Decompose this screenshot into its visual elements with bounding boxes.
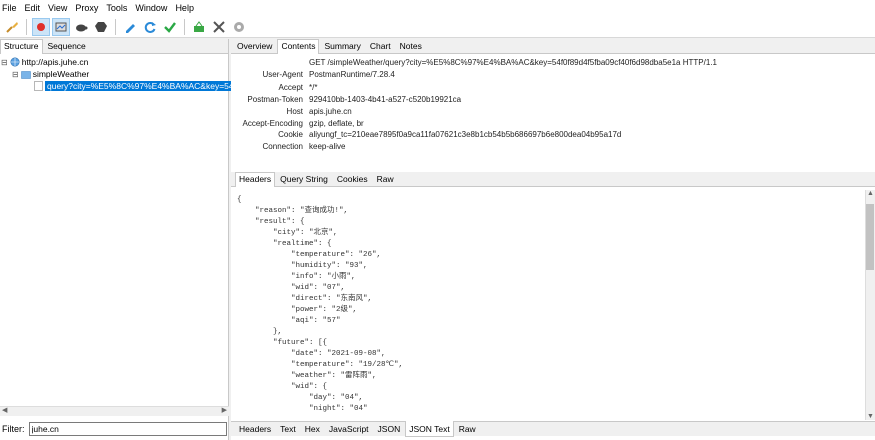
response-tab-bar: Headers Text Hex JavaScript JSON JSON Te… (231, 421, 875, 437)
turtle-icon[interactable] (72, 18, 90, 36)
tab-response-json[interactable]: JSON (374, 422, 405, 437)
tree-folder-row[interactable]: ⊟ simpleWeather (12, 68, 89, 80)
header-value: 929410bb-1403-4b41-a527-c520b19921ca (309, 95, 462, 104)
header-row: User-Agent PostmanRuntime/7.28.4 (231, 70, 871, 81)
gear-icon[interactable] (230, 18, 248, 36)
header-name: Accept (278, 83, 303, 92)
json-text-view[interactable]: { "reason": "查询成功!", "result": { "city":… (231, 190, 865, 420)
menu-proxy[interactable]: Proxy (75, 3, 98, 13)
tab-summary[interactable]: Summary (320, 39, 364, 53)
tab-notes[interactable]: Notes (396, 39, 426, 53)
tree-folder-label: simpleWeather (32, 69, 90, 79)
filter-row: Filter: (0, 421, 229, 437)
header-value: aliyungf_tc=210eae7895f0a9ca11fa07621c3e… (309, 130, 622, 139)
tree-host-label: http://apis.juhe.cn (21, 57, 89, 67)
pen-icon[interactable] (121, 18, 139, 36)
stop-icon[interactable] (92, 18, 110, 36)
tab-response-javascript[interactable]: JavaScript (325, 422, 373, 437)
tab-structure[interactable]: Structure (0, 39, 43, 54)
tree-collapse-icon[interactable]: ⊟ (1, 58, 8, 67)
header-row: Postman-Token 929410bb-1403-4b41-a527-c5… (231, 95, 871, 106)
tab-response-hex[interactable]: Hex (301, 422, 324, 437)
subtab-headers[interactable]: Headers (235, 172, 276, 187)
right-tab-bar: Overview Contents Summary Chart Notes (231, 39, 875, 54)
filter-input[interactable] (28, 422, 227, 436)
header-row: Cookie aliyungf_tc=210eae7895f0a9ca11fa0… (231, 130, 871, 141)
menu-edit[interactable]: Edit (25, 3, 41, 13)
tab-sequence[interactable]: Sequence (44, 39, 90, 53)
refresh-icon[interactable] (141, 18, 159, 36)
tab-response-json-text[interactable]: JSON Text (405, 421, 454, 437)
header-value: PostmanRuntime/7.28.4 (309, 70, 395, 79)
subtab-query-string[interactable]: Query String (276, 172, 332, 186)
header-name: Host (286, 107, 303, 116)
json-line: "night": "04" (237, 405, 368, 413)
menu-window[interactable]: Window (135, 3, 167, 13)
header-value: gzip, deflate, br (309, 119, 364, 128)
filter-label: Filter: (2, 424, 25, 434)
scroll-up-icon[interactable]: ▲ (867, 190, 874, 197)
header-row: Connection keep-alive (231, 142, 871, 153)
menu-help[interactable]: Help (175, 3, 194, 13)
header-name: Connection (262, 142, 303, 151)
left-tab-bar: Structure Sequence (0, 39, 228, 54)
folder-icon (20, 70, 31, 79)
toolbar (0, 16, 875, 38)
request-sub-tab-bar: Headers Query String Cookies Raw (231, 172, 875, 187)
menu-file[interactable]: File (2, 3, 17, 13)
header-row: Host apis.juhe.cn (231, 107, 871, 118)
header-value: keep-alive (309, 142, 346, 151)
tab-response-headers[interactable]: Headers (235, 422, 275, 437)
structure-pane: Structure Sequence ⊟ http://apis.juhe.cn… (0, 39, 236, 440)
tab-response-raw[interactable]: Raw (455, 422, 480, 437)
scrollbar-thumb[interactable] (866, 204, 874, 270)
tools-icon[interactable] (210, 18, 228, 36)
header-name: Cookie (278, 130, 303, 139)
subtab-raw[interactable]: Raw (373, 172, 398, 186)
tree-host-row[interactable]: ⊟ http://apis.juhe.cn (1, 56, 88, 68)
header-row: Accept */* (231, 83, 871, 94)
check-icon[interactable] (161, 18, 179, 36)
globe-icon (10, 57, 20, 67)
menu-view[interactable]: View (48, 3, 67, 13)
tab-contents[interactable]: Contents (277, 39, 320, 54)
header-value: apis.juhe.cn (309, 107, 352, 116)
tab-response-text[interactable]: Text (276, 422, 300, 437)
tab-chart[interactable]: Chart (366, 39, 395, 53)
header-name: User-Agent (262, 70, 303, 79)
throttle-icon[interactable] (52, 17, 70, 36)
header-name: Postman-Token (247, 95, 303, 104)
tab-overview[interactable]: Overview (233, 39, 276, 53)
basket-icon[interactable] (190, 18, 208, 36)
header-name: Accept-Encoding (242, 119, 303, 128)
request-line: GET /simpleWeather/query?city=%E5%8C%97%… (309, 58, 717, 67)
broom-icon[interactable] (3, 18, 21, 36)
tree-collapse-icon[interactable]: ⊟ (12, 70, 19, 79)
record-icon[interactable] (32, 17, 50, 36)
scroll-left-icon[interactable]: ◀ (2, 406, 7, 414)
horizontal-scrollbar[interactable]: ◀ ▶ (0, 406, 229, 416)
scroll-down-icon[interactable]: ▼ (867, 413, 874, 420)
request-headers-table: GET /simpleWeather/query?city=%E5%8C%97%… (231, 55, 875, 172)
document-icon (34, 81, 43, 91)
menu-bar: File Edit View Proxy Tools Window Help (0, 0, 875, 16)
scroll-right-icon[interactable]: ▶ (222, 406, 227, 414)
menu-tools[interactable]: Tools (106, 3, 127, 13)
subtab-cookies[interactable]: Cookies (333, 172, 372, 186)
header-value: */* (309, 83, 318, 92)
header-row: Accept-Encoding gzip, deflate, br (231, 119, 871, 130)
